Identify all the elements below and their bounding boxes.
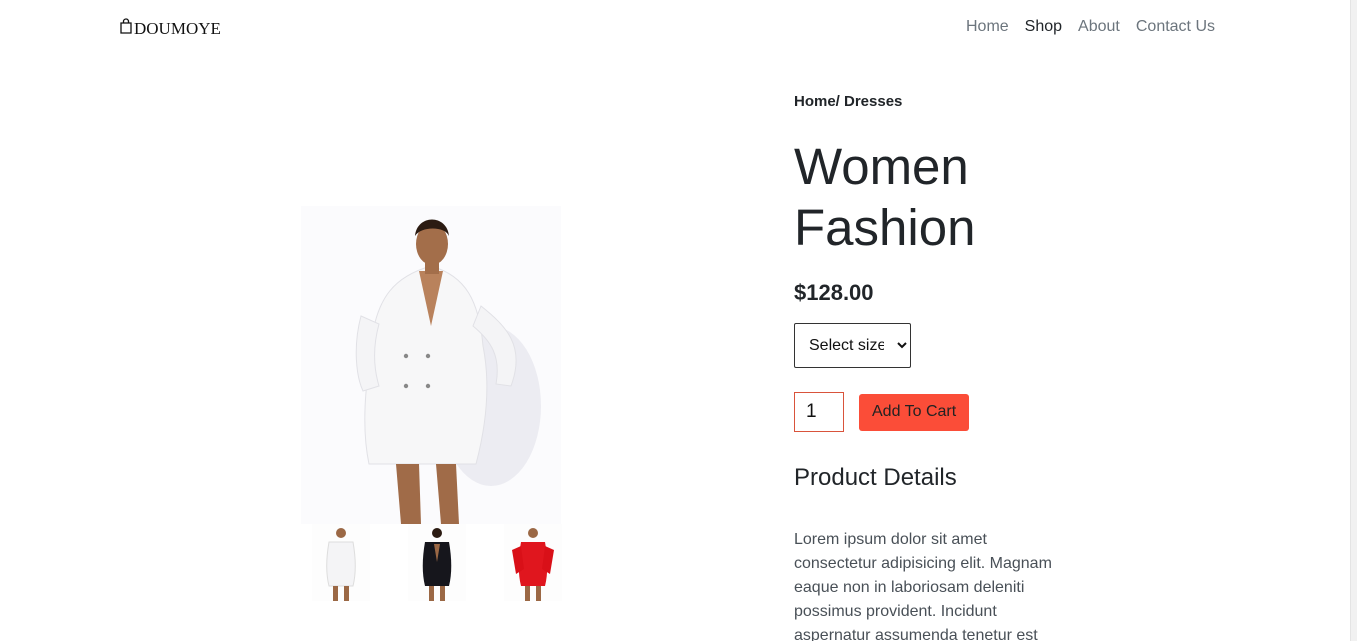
thumbnail-white-dress[interactable]: [312, 524, 370, 601]
cart-row: Add To Cart: [794, 392, 1074, 432]
nav-shop[interactable]: Shop: [1025, 18, 1062, 36]
nav-about[interactable]: About: [1078, 18, 1120, 36]
thumbnail-strip: [312, 524, 562, 601]
product-price: $128.00: [794, 280, 874, 305]
quantity-input[interactable]: [794, 392, 844, 432]
brand-name: DOUMOYE: [134, 18, 221, 38]
thumbnail-black-dress[interactable]: [408, 524, 466, 601]
scrollbar[interactable]: [1350, 0, 1357, 641]
product-details-heading: Product Details: [794, 464, 957, 491]
product-title: Women Fashion: [794, 138, 976, 256]
brand-logo[interactable]: DOUMOYE: [119, 18, 221, 39]
size-select[interactable]: Select size: [794, 323, 911, 368]
nav-contact[interactable]: Contact Us: [1136, 18, 1215, 36]
nav-links: Home Shop About Contact Us: [966, 18, 1215, 36]
thumbnail-red-dress[interactable]: [504, 524, 562, 601]
product-description: Lorem ipsum dolor sit amet consectetur a…: [794, 531, 1052, 641]
shopping-bag-icon: [119, 18, 134, 39]
nav-home[interactable]: Home: [966, 18, 1009, 36]
product-info: Home/ Dresses Women Fashion $128.00 Sele…: [794, 93, 1074, 641]
breadcrumb[interactable]: Home/ Dresses: [794, 93, 1074, 110]
add-to-cart-button[interactable]: Add To Cart: [859, 393, 970, 431]
navbar: DOUMOYE Home Shop About Contact Us: [0, 0, 1350, 58]
main-product-image: [301, 206, 561, 524]
